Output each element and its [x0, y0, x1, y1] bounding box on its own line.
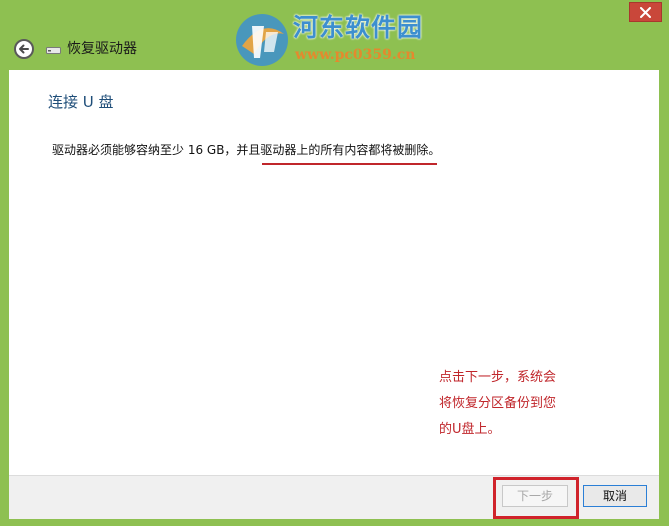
- watermark-name: 河东软件园: [293, 13, 424, 42]
- annotation-line: 将恢复分区备份到您: [439, 396, 557, 411]
- next-button[interactable]: 下一步: [502, 485, 568, 507]
- watermark: 河东软件园 www.pc0359.cn: [232, 8, 442, 70]
- annotation-line: 点击下一步，系统会: [439, 370, 557, 385]
- title-bar: 恢复驱动器 河东软件园 www.pc0359.cn: [0, 0, 669, 70]
- close-icon: [640, 6, 651, 18]
- back-arrow-icon: [19, 44, 29, 54]
- window-title: 恢复驱动器: [67, 41, 137, 57]
- description-text: 驱动器必须能够容纳至少 16 GB，并且驱动器上的所有内容都将被删除。: [52, 143, 441, 157]
- annotation-note: 点击下一步，系统会 将恢复分区备份到您 的U盘上。: [439, 365, 599, 443]
- watermark-url: www.pc0359.cn: [295, 47, 416, 63]
- page-heading: 连接 U 盘: [48, 93, 114, 111]
- close-button[interactable]: [629, 2, 662, 22]
- recovery-drive-window: 恢复驱动器 河东软件园 www.pc0359.cn 连接 U 盘 驱动器必须能够…: [0, 0, 669, 526]
- cancel-button[interactable]: 取消: [583, 485, 647, 507]
- description-underline: [262, 163, 437, 165]
- back-button[interactable]: [14, 39, 34, 59]
- annotation-line: 的U盘上。: [439, 422, 501, 437]
- drive-icon: [46, 47, 61, 54]
- watermark-logo-icon: [236, 14, 288, 66]
- content-panel: 连接 U 盘 驱动器必须能够容纳至少 16 GB，并且驱动器上的所有内容都将被删…: [9, 70, 659, 475]
